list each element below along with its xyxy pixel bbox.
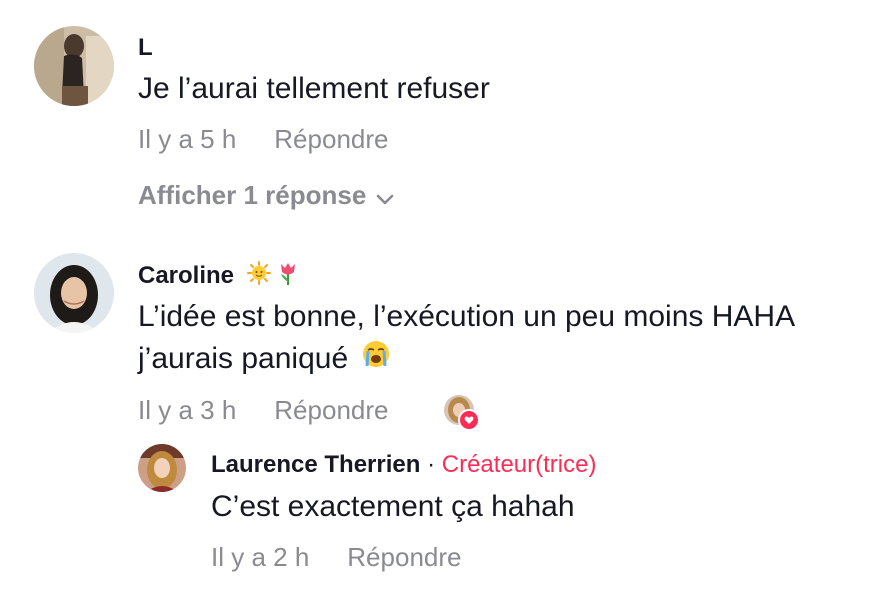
reply-button[interactable]: Répondre: [274, 395, 388, 425]
comment-text-line: L’idée est bonne, l’exécution un peu moi…: [138, 300, 796, 333]
comment-timestamp: Il y a 3 h: [138, 395, 237, 425]
reply-username[interactable]: Laurence Therrien · Créateur(trice): [211, 451, 596, 479]
comment-text: L’idée est bonne, l’exécution un peu moi…: [138, 296, 795, 381]
reply-meta: Il y a 2 h Répondre: [211, 542, 461, 573]
comment-meta: Il y a 3 h Répondre: [138, 395, 388, 426]
comment-timestamp: Il y a 5 h: [138, 124, 237, 154]
comment-text-fragment: j’aurais paniqué: [138, 342, 349, 375]
reply-text: C’est exactement ça hahah: [211, 490, 575, 523]
avatar-photo: [138, 444, 186, 492]
creator-liked-badge: [444, 395, 480, 431]
creator-badge: Créateur(trice): [441, 451, 597, 478]
avatar-photo: [34, 253, 114, 333]
reply-username-label: Laurence Therrien: [211, 451, 421, 478]
comment-username[interactable]: Caroline: [138, 260, 299, 293]
creator-separator: ·: [427, 451, 436, 478]
avatar[interactable]: [34, 253, 114, 333]
avatar[interactable]: [34, 26, 114, 106]
reply-button[interactable]: Répondre: [274, 124, 388, 154]
comment-meta: Il y a 5 h Répondre: [138, 124, 388, 155]
heart-icon: [458, 409, 480, 431]
comment-text-line: j’aurais paniqué: [138, 338, 795, 381]
tulip-emoji: [277, 260, 299, 293]
avatar[interactable]: [138, 444, 186, 492]
show-replies-label: Afficher 1 réponse: [138, 180, 367, 210]
chevron-down-icon: [376, 182, 394, 213]
comment-text: Je l’aurai tellement refuser: [138, 72, 490, 105]
show-replies-button[interactable]: Afficher 1 réponse: [138, 180, 394, 213]
reply-button[interactable]: Répondre: [347, 542, 461, 572]
sun-with-face-emoji: [246, 261, 271, 292]
avatar-photo: [34, 26, 114, 106]
comment-username[interactable]: L: [138, 34, 153, 62]
loudly-crying-face-emoji: [361, 339, 391, 381]
username-label: Caroline: [138, 261, 235, 289]
reply-timestamp: Il y a 2 h: [211, 542, 310, 572]
